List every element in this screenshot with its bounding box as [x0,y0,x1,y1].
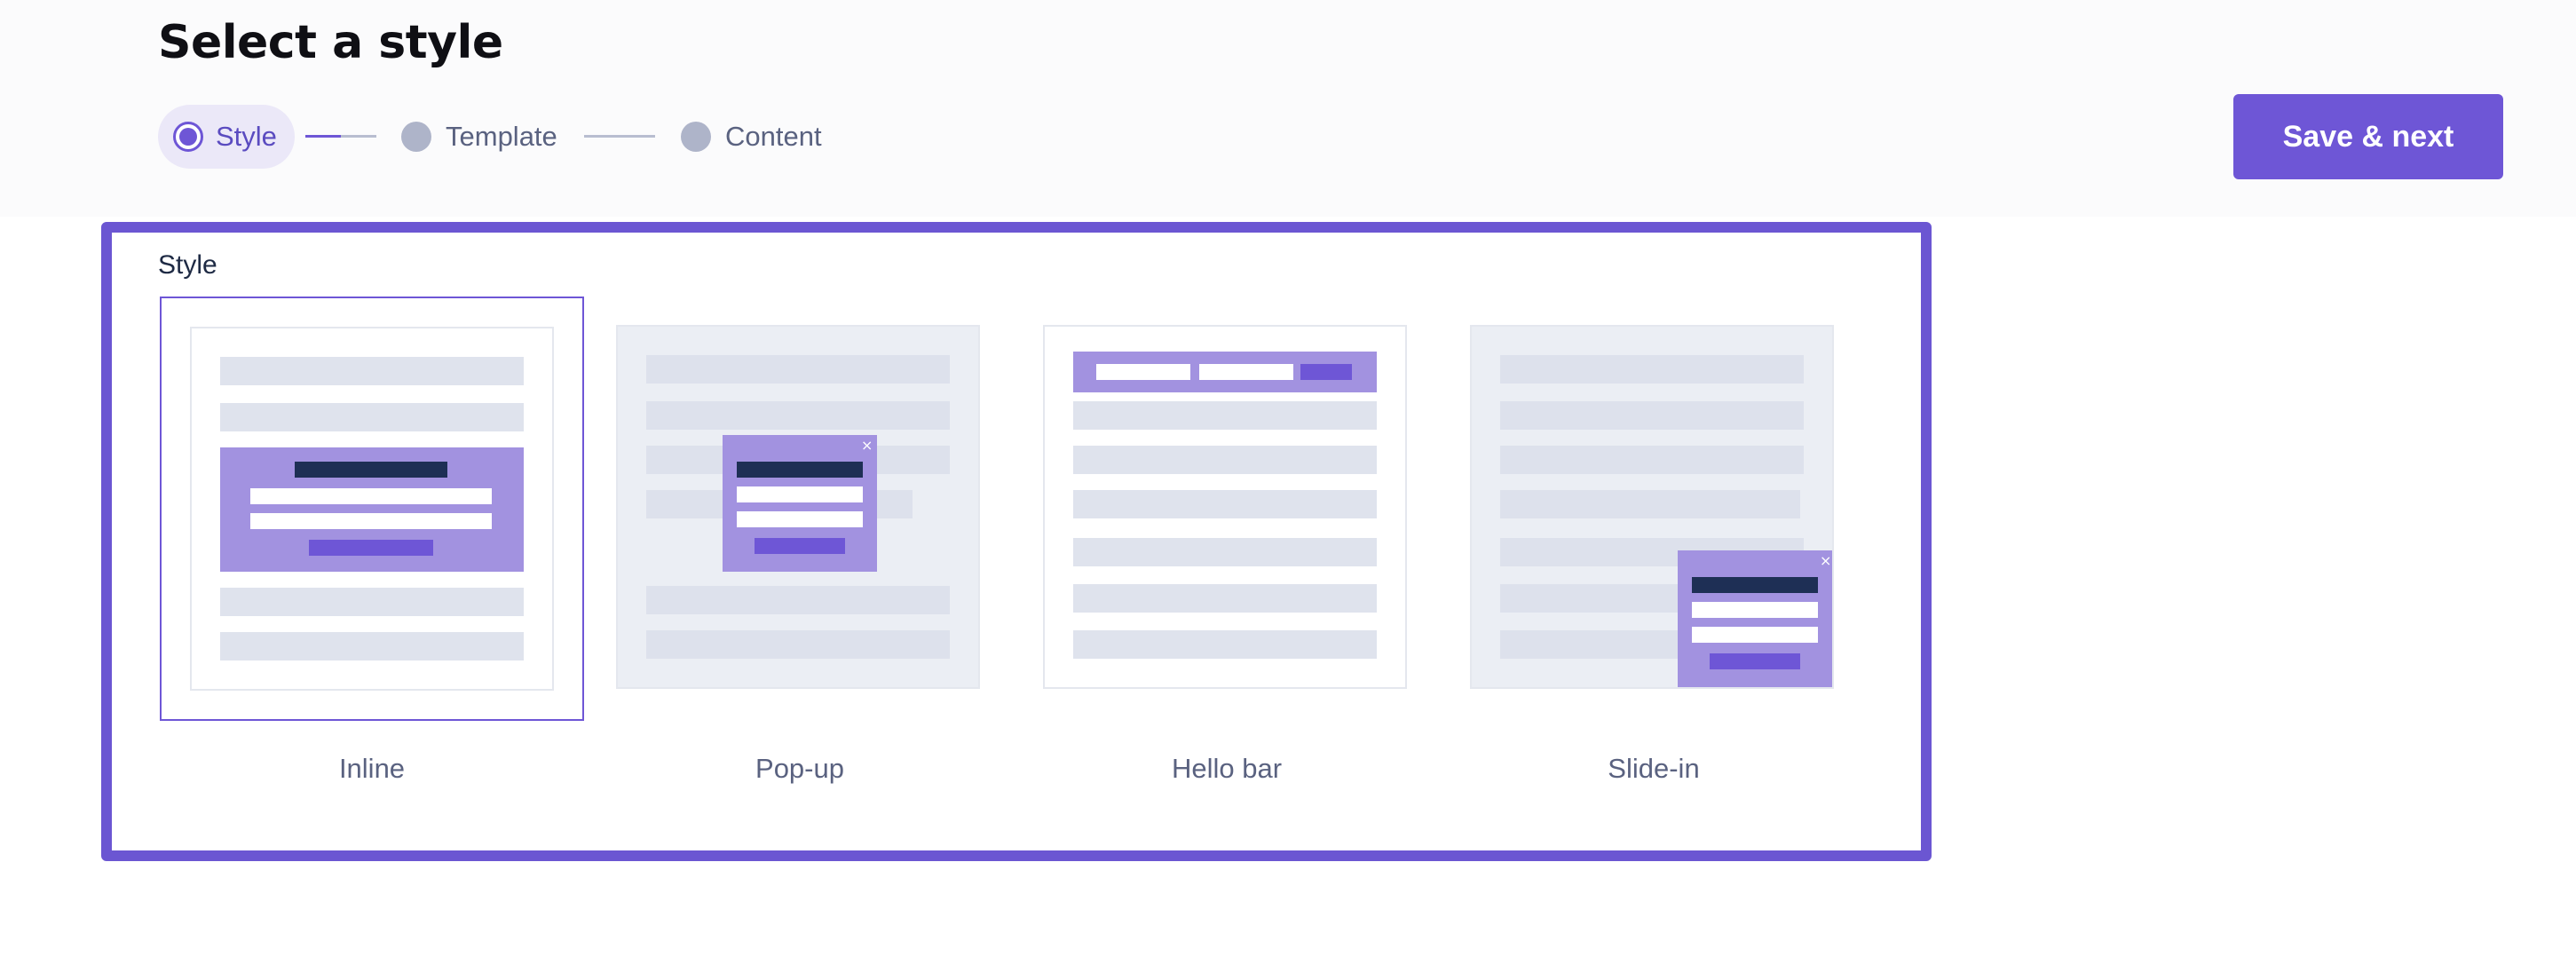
step-label: Content [725,121,822,152]
style-option-label: Slide-in [1608,753,1700,784]
step-content[interactable]: Content [681,105,822,169]
inline-preview-illustration [190,327,554,691]
step-connector [305,135,376,138]
hello-bar-preview-illustration [1043,325,1407,689]
style-option-hello-bar[interactable] [1015,297,1439,721]
style-section-label: Style [158,250,217,280]
page-header: Select a style Style Template Content Sa… [0,0,2576,217]
step-pending-indicator-icon [681,122,711,152]
step-label: Template [446,121,557,152]
page-title: Select a style [158,16,503,69]
style-option-slide-in[interactable]: × [1442,297,1866,721]
style-option-popup[interactable]: × [588,297,1012,721]
step-pending-indicator-icon [401,122,431,152]
step-connector [584,135,655,138]
style-option-label: Hello bar [1171,753,1283,784]
style-option-label: Inline [338,753,406,784]
step-style[interactable]: Style [158,105,295,169]
style-option-label: Pop-up [755,753,844,784]
step-active-indicator-icon [173,122,203,152]
step-label: Style [216,121,277,152]
step-template[interactable]: Template [401,105,557,169]
save-and-next-button[interactable]: Save & next [2233,94,2503,179]
slide-in-preview-illustration: × [1470,325,1834,689]
popup-preview-illustration: × [616,325,980,689]
style-option-inline[interactable] [160,297,584,721]
